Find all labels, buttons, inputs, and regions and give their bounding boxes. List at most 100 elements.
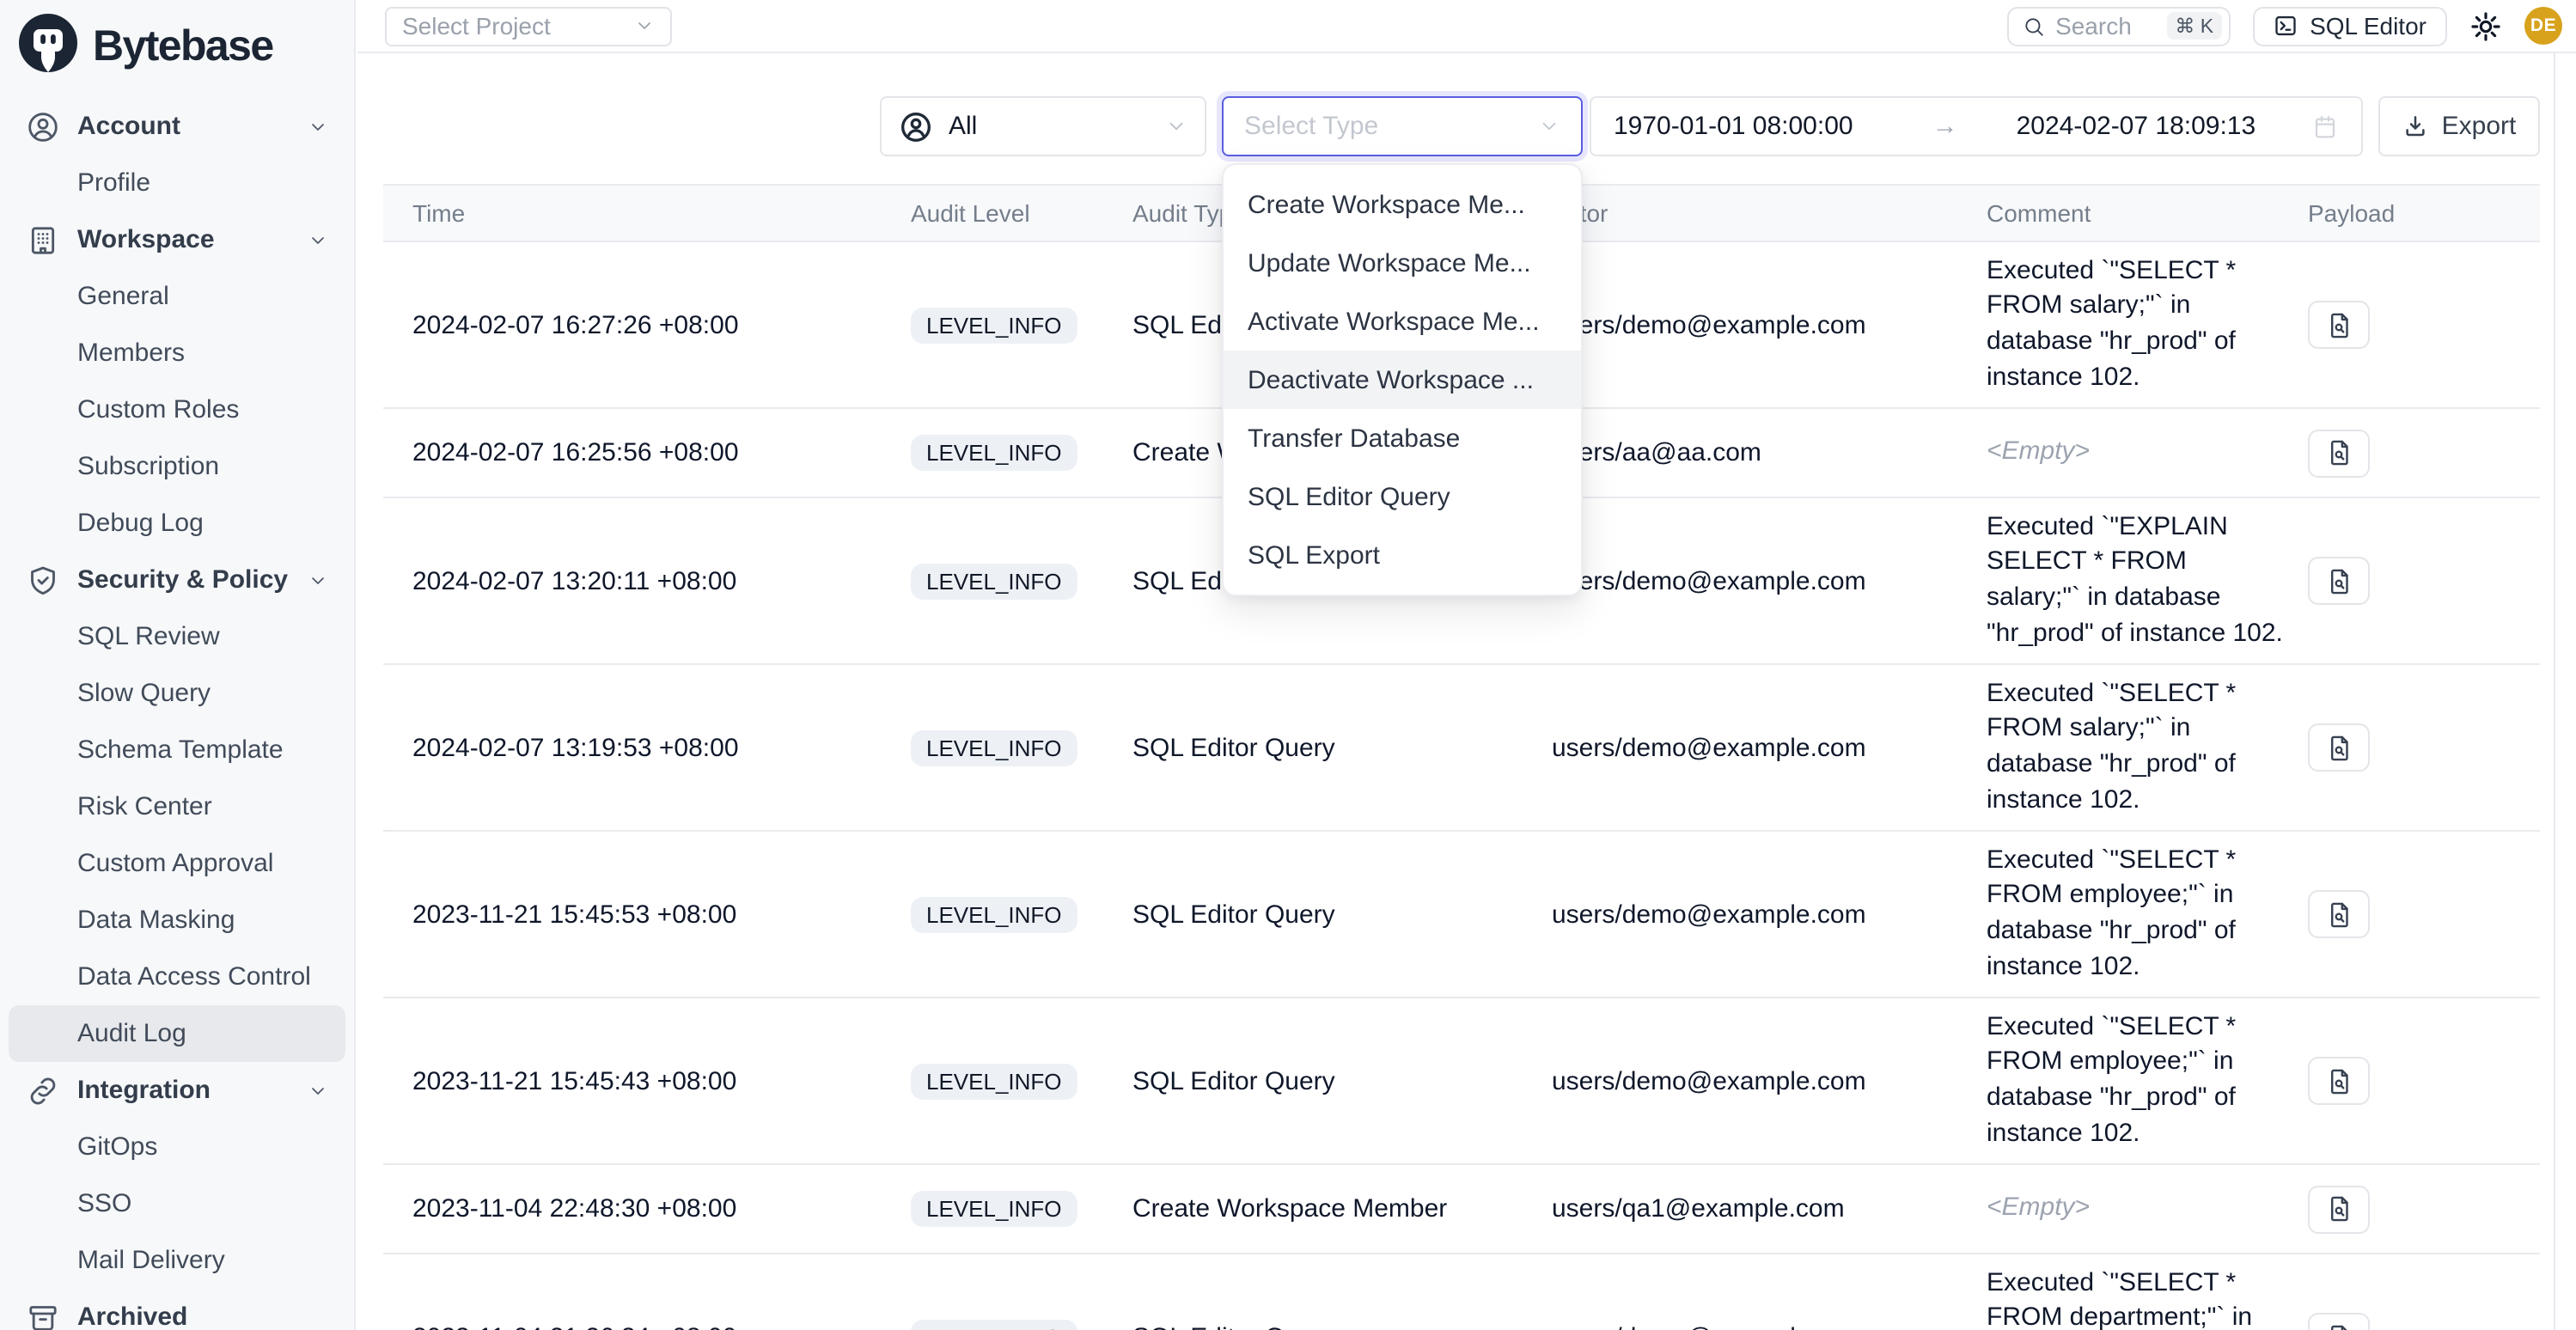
payload-view-button[interactable] — [2308, 301, 2370, 349]
sidebar-item-security-policy[interactable]: Security & Policy — [9, 552, 345, 608]
project-select[interactable]: Select Project — [385, 6, 672, 46]
sidebar-item-custom-approval[interactable]: Custom Approval — [9, 835, 345, 892]
sidebar-item-label: Data Masking — [77, 906, 235, 935]
sidebar-item-account[interactable]: Account — [9, 98, 345, 155]
payload-view-button[interactable] — [2308, 890, 2370, 938]
sidebar-item-custom-roles[interactable]: Custom Roles — [9, 381, 345, 438]
column-header-payload: Payload — [2308, 199, 2540, 227]
brand-name: Bytebase — [93, 22, 273, 72]
sidebar-item-label: Account — [77, 112, 180, 141]
payload-view-button[interactable] — [2308, 723, 2370, 772]
menu-item-activate-workspace-member[interactable]: Activate Workspace Me... — [1224, 292, 1581, 351]
export-button[interactable]: Export — [2378, 96, 2540, 156]
export-label: Export — [2442, 112, 2517, 141]
topbar-right: Search ⌘ K SQL Editor DE — [2007, 6, 2562, 46]
file-search-icon — [2324, 733, 2353, 762]
audit-time: 2024-02-07 13:20:11 +08:00 — [412, 566, 911, 595]
sidebar-item-profile[interactable]: Profile — [9, 155, 345, 211]
audit-actor: users/demo@example.com — [1552, 733, 1987, 762]
audit-level-badge: LEVEL_INFO — [911, 729, 1077, 766]
search-input[interactable]: Search ⌘ K — [2007, 6, 2231, 46]
menu-item-transfer-database[interactable]: Transfer Database — [1224, 409, 1581, 467]
menu-item-deactivate-workspace-member[interactable]: Deactivate Workspace ... — [1224, 351, 1581, 409]
sidebar-item-label: Custom Approval — [77, 849, 273, 878]
type-filter-select[interactable]: Select Type — [1222, 96, 1583, 156]
gear-icon[interactable] — [2469, 9, 2502, 42]
sidebar-item-audit-log[interactable]: Audit Log — [9, 1005, 345, 1062]
sidebar-item-label: Data Access Control — [77, 962, 311, 991]
audit-type: SQL Editor Query — [1132, 733, 1552, 762]
payload-view-button[interactable] — [2308, 1313, 2370, 1330]
column-header-time: Time — [412, 199, 911, 227]
sidebar-item-members[interactable]: Members — [9, 325, 345, 381]
sidebar: Bytebase Account Profile Workspace Gener… — [0, 0, 356, 1330]
sidebar-item-workspace[interactable]: Workspace — [9, 211, 345, 268]
content-right-divider — [2554, 53, 2555, 1330]
building-icon — [26, 223, 60, 257]
sidebar-item-label: Integration — [77, 1076, 211, 1105]
sidebar-item-label: General — [77, 282, 169, 311]
audit-level-badge: LEVEL_INFO — [911, 896, 1077, 932]
audit-level-badge: LEVEL_INFO — [911, 1319, 1077, 1330]
sidebar-item-label: Slow Query — [77, 679, 211, 708]
file-search-icon — [2324, 566, 2353, 595]
bytebase-logo[interactable]: Bytebase — [0, 0, 354, 93]
sidebar-item-label: Security & Policy — [77, 565, 288, 595]
download-icon — [2402, 113, 2428, 139]
menu-item-update-workspace-member[interactable]: Update Workspace Me... — [1224, 234, 1581, 292]
sidebar-item-label: Custom Roles — [77, 395, 239, 424]
sidebar-item-risk-center[interactable]: Risk Center — [9, 778, 345, 835]
sidebar-item-gitops[interactable]: GitOps — [9, 1119, 345, 1175]
sidebar-item-sso[interactable]: SSO — [9, 1175, 345, 1232]
sidebar-item-archived[interactable]: Archived — [9, 1289, 345, 1330]
sidebar-item-data-masking[interactable]: Data Masking — [9, 892, 345, 949]
shield-check-icon — [26, 563, 60, 597]
audit-time: 2023-11-21 15:45:53 +08:00 — [412, 900, 911, 929]
file-search-icon — [2324, 310, 2353, 339]
app: Bytebase Account Profile Workspace Gener… — [0, 0, 2576, 1330]
actor-filter-select[interactable]: All — [880, 96, 1206, 156]
payload-view-button[interactable] — [2308, 557, 2370, 605]
audit-time: 2024-02-07 13:19:53 +08:00 — [412, 733, 911, 762]
sidebar-item-mail-delivery[interactable]: Mail Delivery — [9, 1232, 345, 1289]
search-shortcut-badge: ⌘ K — [2166, 12, 2222, 40]
menu-item-sql-export[interactable]: SQL Export — [1224, 526, 1581, 584]
sidebar-item-label: GitOps — [77, 1132, 157, 1162]
sidebar-item-debug-log[interactable]: Debug Log — [9, 495, 345, 552]
menu-item-sql-editor-query[interactable]: SQL Editor Query — [1224, 467, 1581, 526]
sidebar-item-label: Archived — [77, 1303, 187, 1330]
payload-view-button[interactable] — [2308, 429, 2370, 477]
payload-view-button[interactable] — [2308, 1057, 2370, 1105]
payload-view-button[interactable] — [2308, 1185, 2370, 1233]
actor-filter-value: All — [949, 112, 977, 141]
audit-comment: Executed `"SELECT * FROM department;"` i… — [1987, 1266, 2308, 1330]
table-row: 2023-11-04 22:48:30 +08:00 LEVEL_INFO Cr… — [383, 1165, 2540, 1254]
sidebar-item-label: Audit Log — [77, 1019, 186, 1048]
date-range-picker[interactable]: 1970-01-01 08:00:00 → 2024-02-07 18:09:1… — [1590, 96, 2363, 156]
user-avatar[interactable]: DE — [2524, 7, 2562, 45]
audit-actor: users/demo@example.com — [1552, 310, 1987, 339]
sidebar-item-data-access-control[interactable]: Data Access Control — [9, 949, 345, 1005]
user-icon — [26, 109, 60, 143]
audit-time: 2024-02-07 16:27:26 +08:00 — [412, 310, 911, 339]
menu-item-create-workspace-member[interactable]: Create Workspace Me... — [1224, 175, 1581, 234]
audit-type: SQL Editor Query — [1132, 1322, 1552, 1330]
audit-actor: users/demo@example.com — [1552, 1322, 1987, 1330]
sidebar-item-schema-template[interactable]: Schema Template — [9, 722, 345, 778]
table-row: 2023-11-21 15:45:53 +08:00 LEVEL_INFO SQ… — [383, 832, 2540, 998]
sidebar-item-sql-review[interactable]: SQL Review — [9, 608, 345, 665]
sql-editor-button[interactable]: SQL Editor — [2253, 6, 2447, 46]
audit-comment: Executed `"SELECT * FROM salary;"` in da… — [1987, 253, 2308, 396]
audit-time: 2023-11-21 15:45:43 +08:00 — [412, 1066, 911, 1095]
audit-level-badge: LEVEL_INFO — [911, 1191, 1077, 1227]
chevron-down-icon — [308, 229, 328, 250]
sidebar-item-slow-query[interactable]: Slow Query — [9, 665, 345, 722]
sidebar-item-label: Debug Log — [77, 509, 204, 538]
sidebar-item-label: Risk Center — [77, 792, 212, 821]
sidebar-item-subscription[interactable]: Subscription — [9, 438, 345, 495]
topbar: Select Project Search ⌘ K SQL Editor DE — [357, 0, 2576, 53]
sidebar-item-general[interactable]: General — [9, 268, 345, 325]
chevron-down-icon — [308, 570, 328, 590]
sidebar-item-integration[interactable]: Integration — [9, 1062, 345, 1119]
table-row: 2023-11-04 21:26:34 +08:00 LEVEL_INFO SQ… — [383, 1254, 2540, 1330]
